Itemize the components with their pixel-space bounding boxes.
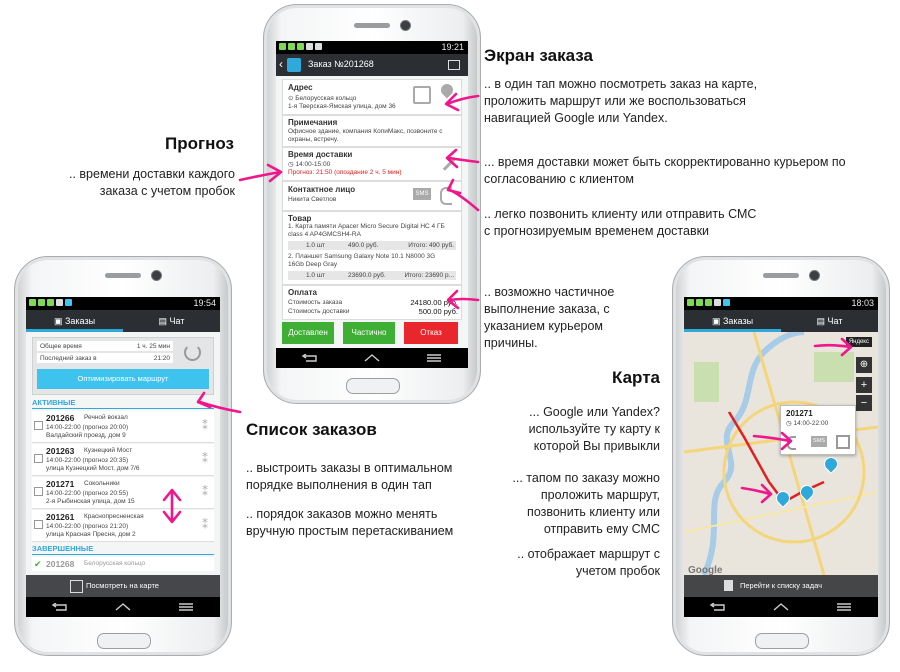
arrow-provider (752, 431, 793, 451)
arrow-tap (740, 483, 773, 504)
arrow-optimize (196, 391, 242, 414)
arrow-forecast (238, 163, 283, 183)
arrow-time (445, 148, 480, 169)
arrow-call (446, 178, 480, 212)
annotation-arrows (162, 92, 853, 524)
arrow-drag (162, 488, 182, 524)
arrow-map (444, 92, 480, 112)
arrow-yandex (813, 337, 853, 357)
arrow-partial (446, 289, 480, 310)
